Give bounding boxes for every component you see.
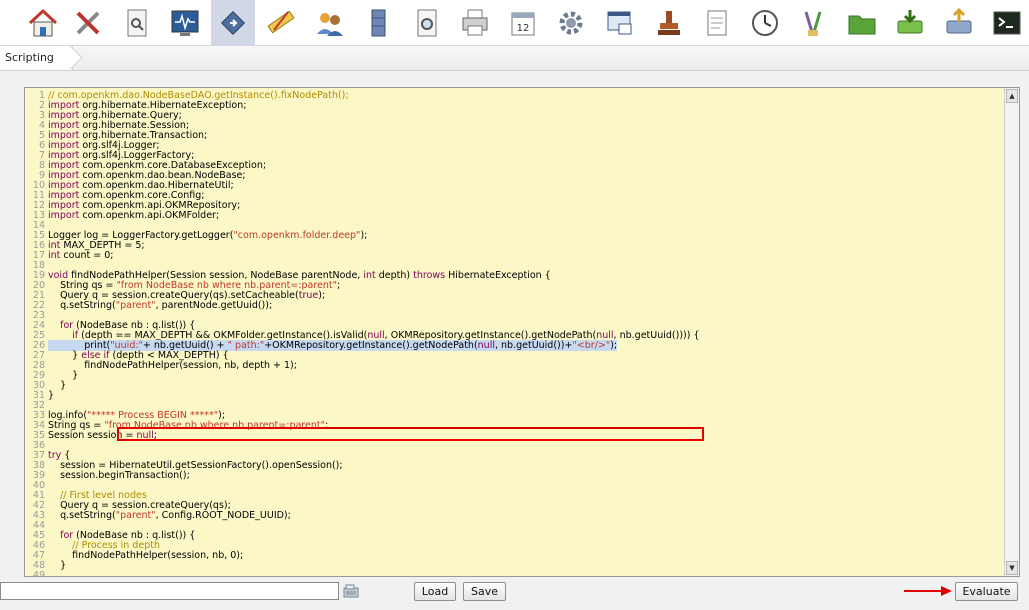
calendar-icon: 12 [511,12,535,36]
tools-icon [76,11,100,35]
document-view-icon [127,9,147,37]
scroll-up-icon[interactable]: ▲ [1006,89,1018,103]
code-line[interactable]: 16 int MAX_DEPTH = 5; [25,241,1005,251]
tab-strip: Scripting [0,46,1029,71]
file-cabinet-button[interactable] [356,0,400,46]
code-line[interactable]: 47 findNodePathHelper(session, nb, 0); [25,551,1005,561]
document-view-button[interactable] [115,0,159,46]
home-button[interactable] [21,0,65,46]
code-line[interactable]: 48 } [25,561,1005,571]
code-line[interactable]: 5 import org.hibernate.Transaction; [25,131,1005,141]
script-file-input[interactable] [0,582,339,600]
terminal-icon [993,11,1021,35]
code-line[interactable]: 22 q.setString("parent", parentNode.getU… [25,301,1005,311]
scripting-panel: 1// com.openkm.dao.NodeBaseDAO.getInstan… [0,71,1029,610]
line-text: } [48,560,67,571]
code-line[interactable]: 43 q.setString("parent", Config.ROOT_NOD… [25,511,1005,521]
line-text: } [48,390,55,401]
search-document-button[interactable] [405,0,449,46]
printer-button[interactable] [453,0,497,46]
monitor-icon [171,10,199,36]
code-line[interactable]: 49 [25,571,1005,577]
users-icon [317,13,343,36]
clock-button[interactable] [743,0,787,46]
script-editor[interactable]: 1// com.openkm.dao.NodeBaseDAO.getInstan… [24,87,1020,577]
gear-icon [559,11,583,35]
code-line[interactable]: 31} [25,391,1005,401]
code-line[interactable]: 35 Session session = null; [25,431,1005,441]
line-number: 49 [32,570,45,577]
evaluate-button[interactable]: Evaluate [955,582,1018,601]
export-button[interactable] [937,0,981,46]
notes-button[interactable] [695,0,739,46]
paint-button[interactable] [791,0,835,46]
code-line[interactable]: 45 for (NodeBase nb : q.list()) { [25,531,1005,541]
users-button[interactable] [308,0,352,46]
notes-icon [707,10,727,36]
ruler-icon [267,10,295,34]
code-line[interactable]: 30 } [25,381,1005,391]
file-cabinet-icon [371,9,386,37]
clock-icon [752,10,778,36]
code-line[interactable]: 36 [25,441,1005,451]
tools-button[interactable] [66,0,110,46]
ruler-button[interactable] [259,0,303,46]
code-line[interactable]: 17 int count = 0; [25,251,1005,261]
home-icon [28,8,58,37]
scripting-button[interactable] [211,0,255,46]
line-text: Session session = null; [48,430,157,441]
scroll-down-icon[interactable]: ▼ [1006,561,1018,575]
line-text: findNodePathHelper(session, nb, depth + … [48,360,297,371]
scripting-icon [220,10,246,36]
code-line[interactable]: 29 } [25,371,1005,381]
window-icon [607,11,632,35]
code-line[interactable]: 34 String qs = "from NodeBase nb where nb… [25,421,1005,431]
code-line[interactable]: 39 session.beginTransaction(); [25,471,1005,481]
load-button[interactable]: Load [414,582,456,601]
paint-icon [804,11,822,36]
folder-icon [848,15,876,35]
line-text: findNodePathHelper(session, nb, 0); [48,550,244,561]
line-text: int count = 0; [48,250,114,261]
calendar-button[interactable]: 12 [501,0,545,46]
code-line[interactable]: 40 [25,481,1005,491]
line-text: import com.openkm.api.OKMFolder; [48,210,220,221]
folder-button[interactable] [840,0,884,46]
import-button[interactable] [888,0,932,46]
vertical-scrollbar[interactable]: ▲ ▼ [1004,88,1019,576]
red-arrow-icon [904,586,952,596]
printer-icon [462,9,488,36]
code-line[interactable]: 15 Logger log = LoggerFactory.getLogger("… [25,231,1005,241]
window-button[interactable] [598,0,642,46]
browse-icon[interactable] [343,584,359,598]
code-area[interactable]: 1// com.openkm.dao.NodeBaseDAO.getInstan… [25,91,1005,577]
line-text: session.beginTransaction(); [48,470,190,481]
code-line[interactable]: 13 import com.openkm.api.OKMFolder; [25,211,1005,221]
line-text: q.setString("parent", parentNode.getUuid… [48,300,273,311]
terminal-button[interactable] [985,0,1029,46]
gear-button[interactable] [549,0,593,46]
search-document-icon [417,9,437,37]
import-icon [897,10,923,34]
main-toolbar: 12 [0,0,1029,46]
stamp-icon [658,11,680,35]
save-button[interactable]: Save [463,582,506,601]
line-text: q.setString("parent", Config.ROOT_NODE_U… [48,510,291,521]
stamp-button[interactable] [647,0,691,46]
tab-scripting[interactable]: Scripting [0,46,73,70]
monitor-button[interactable] [163,0,207,46]
code-line[interactable]: 28 findNodePathHelper(session, nb, depth… [25,361,1005,371]
svg-text:12: 12 [517,23,530,34]
export-icon [946,7,972,34]
